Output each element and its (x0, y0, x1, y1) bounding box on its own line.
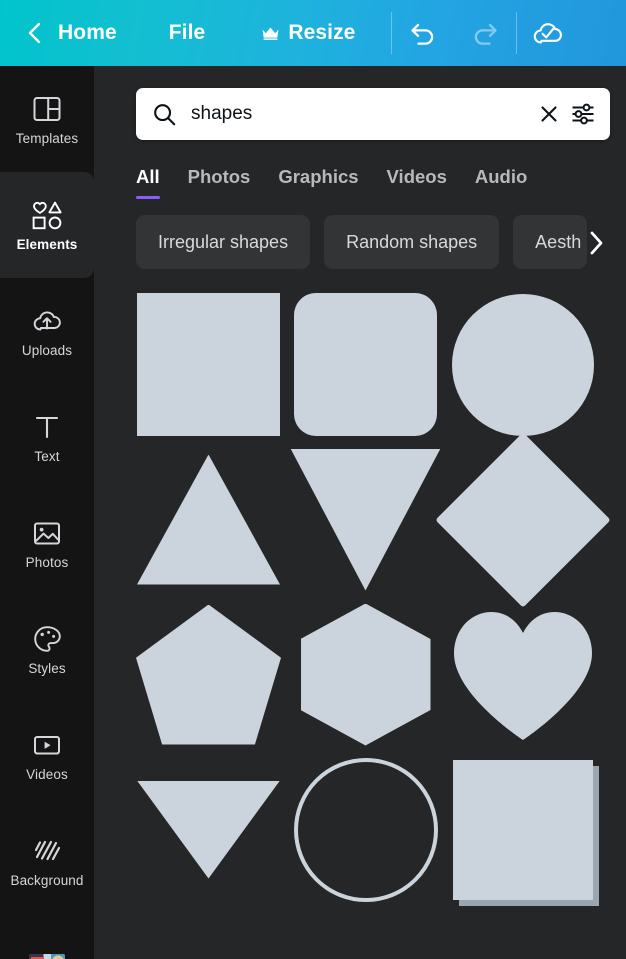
shape-item-triangle-down-wide[interactable] (130, 752, 287, 907)
chip-label: Random shapes (346, 231, 478, 252)
canva-editor-screen: Home File Resize Templates Elements Uplo… (0, 0, 626, 959)
hexagon-shape (300, 603, 431, 746)
sidebar-item-label: Templates (15, 130, 79, 146)
shape-item-rounded-square[interactable] (287, 287, 444, 442)
search-input[interactable] (187, 103, 528, 125)
triangle-down-shape (290, 448, 441, 591)
sliders-filter-icon (572, 103, 594, 125)
square-shadow-shape (452, 759, 593, 900)
tab-audio[interactable]: Audio (475, 166, 527, 199)
search-icon (152, 102, 177, 127)
sidebar-item-template-thumbnail[interactable] (0, 914, 94, 959)
file-label: File (168, 21, 206, 44)
shape-item-hexagon[interactable] (287, 597, 444, 752)
top-toolbar: Home File Resize (0, 0, 626, 66)
pentagon-shape (136, 604, 281, 745)
sidebar-item-label: Background (10, 872, 84, 888)
search-bar[interactable] (136, 88, 610, 140)
chip-label: Irregular shapes (158, 231, 289, 252)
sidebar-item-photos[interactable]: Photos (0, 490, 94, 596)
shape-item-square[interactable] (130, 287, 287, 442)
filter-chip-irregular-shapes[interactable]: Irregular shapes (136, 215, 311, 269)
sidebar-item-label: Uploads (21, 342, 73, 358)
file-menu-button[interactable]: File (169, 21, 206, 45)
chevron-left-icon (28, 22, 41, 44)
crown-icon (261, 26, 280, 41)
background-icon (32, 835, 62, 867)
circle-shape (451, 293, 594, 436)
upload-cloud-icon (31, 305, 63, 337)
shape-item-circle-outline[interactable] (287, 752, 444, 907)
shape-item-triangle-up[interactable] (130, 442, 287, 597)
sidebar-item-elements[interactable]: Elements (0, 172, 94, 278)
circle-outline-shape (293, 757, 438, 902)
tab-label: All (136, 166, 160, 187)
triangle-down-wide-shape (137, 780, 280, 879)
tab-graphics[interactable]: Graphics (278, 166, 358, 199)
category-tabs: All Photos Graphics Videos Audio (94, 140, 626, 199)
chips-scroll-next-button[interactable] (586, 215, 626, 271)
sidebar-item-label: Photos (25, 554, 69, 570)
close-x-icon (541, 106, 557, 122)
palette-icon (32, 623, 62, 655)
filter-chip-random-shapes[interactable]: Random shapes (324, 215, 500, 269)
rounded-square-shape (294, 293, 437, 436)
resize-label: Resize (288, 21, 356, 44)
tab-label: Photos (187, 166, 251, 187)
photo-icon (32, 517, 62, 549)
sidebar-item-label: Videos (26, 766, 68, 782)
tab-photos[interactable]: Photos (188, 166, 251, 199)
tab-label: Audio (474, 166, 528, 187)
triangle-up-shape (137, 454, 280, 585)
shape-results-grid (94, 287, 626, 907)
shape-item-circle[interactable] (444, 287, 601, 442)
undo-button[interactable] (392, 7, 454, 59)
templates-icon (32, 93, 62, 125)
square-shape (137, 293, 280, 436)
chevron-right-icon (590, 231, 603, 255)
clear-search-button[interactable] (538, 103, 560, 125)
shape-item-heart[interactable] (444, 597, 601, 752)
template-thumbnail (29, 954, 65, 959)
tab-label: Videos (386, 166, 447, 187)
tab-videos[interactable]: Videos (387, 166, 447, 199)
undo-icon (411, 23, 434, 45)
home-button[interactable]: Home (58, 21, 117, 45)
home-label: Home (58, 21, 117, 44)
sidebar-item-uploads[interactable]: Uploads (0, 278, 94, 384)
diamond-shape (434, 431, 611, 608)
redo-button[interactable] (454, 7, 516, 59)
text-icon (33, 411, 61, 443)
sidebar-item-styles[interactable]: Styles (0, 596, 94, 702)
shape-item-diamond[interactable] (434, 431, 611, 608)
resize-button[interactable]: Resize (261, 21, 355, 45)
sidebar-item-label: Text (34, 448, 60, 464)
shape-item-square-shadow[interactable] (444, 752, 601, 907)
search-section (94, 66, 626, 140)
shape-item-pentagon[interactable] (130, 597, 287, 752)
sidebar-item-background[interactable]: Background (0, 808, 94, 914)
filter-chips: Irregular shapes Random shapes Aesth (136, 215, 626, 269)
heart-shape (453, 611, 592, 740)
sidebar-item-label: Elements (16, 236, 78, 252)
chip-label: Aesth (535, 231, 582, 252)
cloud-check-icon (534, 23, 563, 44)
sidebar-item-templates[interactable]: Templates (0, 66, 94, 172)
video-icon (32, 729, 62, 761)
tab-all[interactable]: All (136, 166, 160, 199)
cloud-save-button[interactable] (517, 7, 579, 59)
filter-chips-row: Irregular shapes Random shapes Aesth (94, 215, 626, 271)
left-sidebar: Templates Elements Uploads Text Photos S… (0, 66, 94, 959)
redo-icon (475, 23, 498, 45)
shape-item-triangle-down[interactable] (287, 442, 444, 597)
sidebar-item-text[interactable]: Text (0, 384, 94, 490)
sidebar-item-label: Styles (28, 660, 66, 676)
elements-icon (30, 199, 64, 231)
tab-label: Graphics (278, 166, 359, 187)
sidebar-item-videos[interactable]: Videos (0, 702, 94, 808)
elements-panel: All Photos Graphics Videos Audio Irregul… (94, 66, 626, 959)
filter-chip-aesthetic[interactable]: Aesth (513, 215, 588, 269)
back-button[interactable] (18, 13, 52, 53)
search-filters-button[interactable] (570, 102, 596, 126)
